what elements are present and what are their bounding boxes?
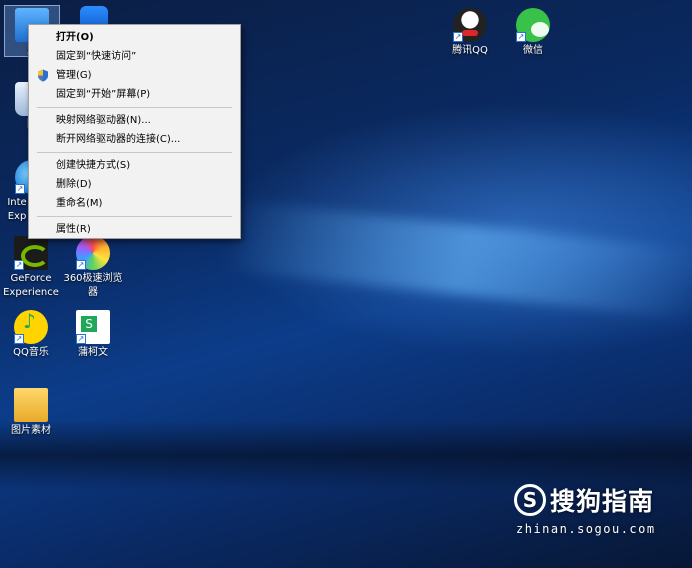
wechat-icon: ↗: [516, 8, 550, 42]
shortcut-arrow-icon: ↗: [76, 260, 86, 270]
light-beam: [227, 200, 692, 320]
desktop-icon-geforce[interactable]: ↗ GeForce Experience: [1, 236, 61, 300]
shield-icon: [38, 69, 48, 82]
browser-360-icon: ↗: [76, 236, 110, 270]
menu-item-manage[interactable]: 管理(G): [29, 66, 240, 85]
desktop-icon-label: 图片素材: [11, 425, 51, 436]
desktop-icon-document[interactable]: ↗ 蒲柯文: [63, 310, 123, 360]
shortcut-arrow-icon: ↗: [453, 32, 463, 42]
shortcut-arrow-icon: ↗: [516, 32, 526, 42]
desktop-icon-label: 腾讯QQ: [452, 45, 488, 56]
qq-music-icon: ↗: [14, 310, 48, 344]
sogou-logo-icon: S: [514, 484, 546, 516]
menu-item-open[interactable]: 打开(O): [29, 28, 240, 47]
desktop-icon-360-browser[interactable]: ↗ 360极速浏览器: [63, 236, 123, 300]
watermark-url: zhinan.sogou.com: [516, 522, 656, 536]
dark-band: [0, 420, 692, 490]
desktop-icon-label: QQ音乐: [13, 347, 49, 358]
desktop-icon-image-folder[interactable]: 图片素材: [1, 388, 61, 438]
desktop-icon-label: 360极速浏览器: [63, 273, 123, 298]
context-menu: 打开(O) 固定到“快速访问” 管理(G) 固定到“开始”屏幕(P) 映射网络驱…: [28, 24, 241, 239]
menu-item-pin-quick-access[interactable]: 固定到“快速访问”: [29, 47, 240, 66]
menu-item-pin-start[interactable]: 固定到“开始”屏幕(P): [29, 85, 240, 104]
desktop-icon-qq-music[interactable]: ↗ QQ音乐: [1, 310, 61, 360]
shortcut-arrow-icon: ↗: [14, 260, 24, 270]
document-icon: ↗: [76, 310, 110, 344]
nvidia-icon: ↗: [14, 236, 49, 270]
menu-item-delete[interactable]: 删除(D): [29, 175, 240, 194]
desktop-icon-label: 蒲柯文: [78, 347, 108, 358]
folder-icon: [14, 388, 48, 422]
menu-item-map-network-drive[interactable]: 映射网络驱动器(N)...: [29, 111, 240, 130]
qq-icon: ↗: [453, 8, 487, 42]
menu-separator: [37, 107, 232, 108]
shortcut-arrow-icon: ↗: [76, 334, 86, 344]
desktop-icon-label: GeForce Experience: [3, 273, 59, 298]
menu-separator: [37, 216, 232, 217]
menu-item-rename[interactable]: 重命名(M): [29, 194, 240, 213]
desktop-icon-qq[interactable]: ↗ 腾讯QQ: [440, 8, 500, 58]
shortcut-arrow-icon: ↗: [15, 184, 25, 194]
menu-item-create-shortcut[interactable]: 创建快捷方式(S): [29, 156, 240, 175]
watermark-name: 搜狗指南: [550, 487, 655, 516]
desktop-icon-wechat[interactable]: ↗ 微信: [503, 8, 563, 58]
shortcut-arrow-icon: ↗: [14, 334, 24, 344]
desktop-icon-label: 微信: [523, 45, 543, 56]
sogou-watermark: S 搜狗指南 zhinan.sogou.com: [514, 482, 684, 536]
menu-item-disconnect-network-drive[interactable]: 断开网络驱动器的连接(C)...: [29, 130, 240, 149]
menu-item-properties[interactable]: 属性(R): [29, 220, 240, 239]
menu-separator: [37, 152, 232, 153]
